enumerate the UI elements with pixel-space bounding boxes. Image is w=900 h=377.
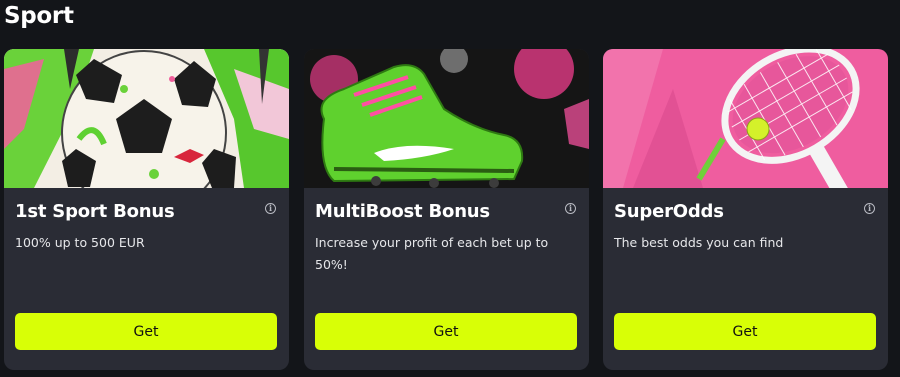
section-title: Sport (4, 3, 74, 29)
info-icon[interactable]: i (265, 203, 276, 214)
tennis-racket-image (603, 49, 888, 188)
get-bonus-button[interactable]: Get (15, 313, 277, 350)
football-boot-image (304, 49, 589, 188)
card-description: The best odds you can find (614, 235, 784, 250)
get-bonus-button[interactable]: Get (614, 313, 876, 350)
info-icon[interactable]: i (864, 203, 875, 214)
card-description: 100% up to 500 EUR (15, 235, 145, 250)
get-bonus-button[interactable]: Get (315, 313, 577, 350)
promo-card-sport-bonus[interactable]: 1st Sport Bonus i 100% up to 500 EUR Get (4, 49, 289, 370)
promo-card-multiboost[interactable]: MultiBoost Bonus i Increase your profit … (304, 49, 589, 370)
soccer-ball-image (4, 49, 289, 188)
info-icon[interactable]: i (565, 203, 576, 214)
card-description: Increase your profit of each bet up to 5… (315, 235, 549, 272)
promo-card-list: 1st Sport Bonus i 100% up to 500 EUR Get… (4, 49, 888, 370)
card-title: SuperOdds (614, 201, 724, 222)
card-title: MultiBoost Bonus (315, 201, 490, 222)
promo-card-superodds[interactable]: SuperOdds i The best odds you can find G… (603, 49, 888, 370)
card-title: 1st Sport Bonus (15, 201, 175, 222)
